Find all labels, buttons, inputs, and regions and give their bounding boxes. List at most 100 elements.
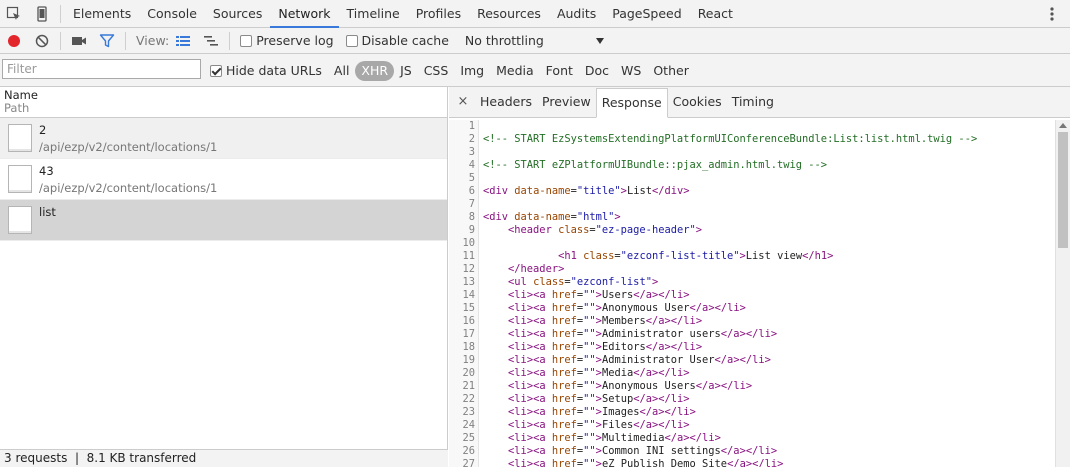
filter-input[interactable] bbox=[2, 59, 201, 79]
request-row[interactable]: 43/api/ezp/v2/content/locations/1 bbox=[0, 159, 447, 200]
line-number: 21 bbox=[462, 380, 475, 392]
code-line: 22 <li><a href="">Setup</a></li> bbox=[449, 393, 977, 406]
hide-data-urls-checkbox[interactable]: Hide data URLs bbox=[210, 63, 322, 78]
scroll-thumb[interactable] bbox=[1058, 132, 1068, 248]
code-line: 14 <li><a href="">Users</a></li> bbox=[449, 289, 977, 302]
line-number: 23 bbox=[462, 406, 475, 418]
filter-type-doc[interactable]: Doc bbox=[579, 61, 615, 81]
record-icon[interactable] bbox=[0, 28, 28, 54]
line-content: <li><a href="">eZ Publish Demo Site</a><… bbox=[508, 458, 784, 467]
line-number: 22 bbox=[462, 393, 475, 405]
dropdown-arrow-icon bbox=[595, 37, 604, 44]
filter-type-xhr[interactable]: XHR bbox=[355, 60, 395, 81]
tab-pagespeed[interactable]: PageSpeed bbox=[604, 0, 689, 28]
scroll-up-arrow-icon[interactable] bbox=[1059, 123, 1067, 128]
line-number: 4 bbox=[468, 159, 475, 171]
tab-timeline[interactable]: Timeline bbox=[339, 0, 408, 28]
hide-data-urls-label: Hide data URLs bbox=[226, 63, 322, 78]
view-label: View: bbox=[136, 33, 170, 48]
code-line: 5 bbox=[449, 172, 977, 185]
disable-cache-box[interactable] bbox=[345, 34, 358, 47]
line-number: 13 bbox=[462, 276, 475, 288]
line-content: <li><a href="">Administrator users</a></… bbox=[508, 328, 778, 340]
tab-react[interactable]: React bbox=[690, 0, 741, 28]
line-number: 11 bbox=[462, 250, 475, 262]
tab-console[interactable]: Console bbox=[139, 0, 205, 28]
devtools-tabbar: Elements Console Sources Network Timeline Pro… bbox=[0, 0, 1070, 28]
line-number: 2 bbox=[468, 133, 475, 145]
filter-type-img[interactable]: Img bbox=[454, 61, 490, 81]
detail-tab-timing[interactable]: Timing bbox=[727, 88, 779, 117]
detail-tab-cookies[interactable]: Cookies bbox=[668, 88, 727, 117]
clear-icon[interactable] bbox=[28, 28, 56, 54]
detail-tab-preview[interactable]: Preview bbox=[537, 88, 596, 117]
line-content: <li><a href="">Common INI settings</a></… bbox=[508, 445, 778, 457]
code-line: 20 <li><a href="">Media</a></li> bbox=[449, 367, 977, 380]
capture-screenshots-icon[interactable] bbox=[65, 28, 93, 54]
line-content bbox=[477, 146, 483, 159]
line-content: <li><a href="">Users</a></li> bbox=[508, 289, 690, 301]
path-column-label: Path bbox=[4, 101, 30, 115]
disable-cache-checkbox[interactable]: Disable cache bbox=[345, 33, 449, 48]
line-content: <li><a href="">Anonymous Users</a></li> bbox=[508, 380, 753, 392]
document-icon bbox=[8, 206, 32, 234]
tab-profiles[interactable]: Profiles bbox=[408, 0, 469, 28]
line-number: 24 bbox=[462, 419, 475, 431]
tab-network[interactable]: Network bbox=[270, 0, 339, 28]
code-line: 3 bbox=[449, 146, 977, 159]
line-number: 27 bbox=[462, 458, 475, 467]
preserve-log-checkbox[interactable]: Preserve log bbox=[240, 33, 334, 48]
inspect-element-icon[interactable] bbox=[0, 1, 28, 27]
line-content: <li><a href="">Media</a></li> bbox=[508, 367, 690, 379]
line-number: 8 bbox=[468, 211, 475, 223]
filter-type-other[interactable]: Other bbox=[647, 61, 695, 81]
close-icon[interactable]: × bbox=[453, 87, 473, 117]
filter-type-font[interactable]: Font bbox=[540, 61, 579, 81]
overview-icon[interactable] bbox=[197, 28, 225, 54]
line-number: 3 bbox=[468, 146, 475, 158]
line-number: 26 bbox=[462, 445, 475, 457]
tab-audits[interactable]: Audits bbox=[549, 0, 604, 28]
hide-data-urls-box[interactable] bbox=[210, 64, 222, 77]
tab-sources[interactable]: Sources bbox=[205, 0, 270, 28]
tab-elements[interactable]: Elements bbox=[65, 0, 139, 28]
request-rows: 2/api/ezp/v2/content/locations/1 43/api/e… bbox=[0, 118, 447, 241]
line-number: 6 bbox=[468, 185, 475, 197]
detail-tab-response[interactable]: Response bbox=[595, 88, 668, 118]
filter-type-css[interactable]: CSS bbox=[418, 61, 455, 81]
request-row[interactable]: 2/api/ezp/v2/content/locations/1 bbox=[0, 118, 447, 159]
line-number: 5 bbox=[468, 172, 475, 184]
filter-type-js[interactable]: JS bbox=[394, 61, 418, 81]
throttling-value: No throttling bbox=[464, 33, 544, 48]
response-viewer[interactable]: 1 2 <!-- START EzSystemsExtendingPlatformU… bbox=[449, 120, 1054, 467]
code-line: 8 <div data-name="html"> bbox=[449, 211, 977, 224]
line-number: 18 bbox=[462, 341, 475, 353]
filter-type-ws[interactable]: WS bbox=[615, 61, 647, 81]
line-content: <header class="ez-page-header"> bbox=[508, 224, 702, 236]
filter-type-all[interactable]: All bbox=[328, 61, 356, 81]
large-rows-icon[interactable] bbox=[169, 28, 197, 54]
column-header[interactable]: Name Path bbox=[0, 87, 447, 118]
code-line: 7 bbox=[449, 198, 977, 211]
line-content: <ul class="ezconf-list"> bbox=[508, 276, 659, 288]
filter-type-media[interactable]: Media bbox=[490, 61, 540, 81]
line-content bbox=[477, 172, 483, 185]
code-line: 25 <li><a href="">Multimedia</a></li> bbox=[449, 432, 977, 445]
more-options-icon[interactable] bbox=[1042, 4, 1062, 24]
device-mode-icon[interactable] bbox=[28, 1, 56, 27]
detail-tabs: × Headers Preview Response Cookies Timing bbox=[449, 87, 1070, 118]
line-content bbox=[477, 237, 483, 250]
throttling-select[interactable]: No throttling bbox=[465, 33, 605, 48]
code-line: 21 <li><a href="">Anonymous Users</a></l… bbox=[449, 380, 977, 393]
code-line: 19 <li><a href="">Administrator User</a>… bbox=[449, 354, 977, 367]
tab-resources[interactable]: Resources bbox=[469, 0, 549, 28]
preserve-log-box[interactable] bbox=[240, 34, 253, 47]
document-icon bbox=[8, 165, 32, 193]
line-content: <li><a href="">Images</a></li> bbox=[508, 406, 696, 418]
response-scrollbar[interactable] bbox=[1055, 120, 1070, 467]
filter-icon[interactable] bbox=[93, 28, 121, 54]
line-content: <!-- START eZPlatformUIBundle::pjax_admi… bbox=[483, 159, 828, 171]
request-row[interactable]: list bbox=[0, 200, 447, 241]
request-name: list bbox=[39, 205, 56, 219]
detail-tab-headers[interactable]: Headers bbox=[475, 88, 537, 117]
